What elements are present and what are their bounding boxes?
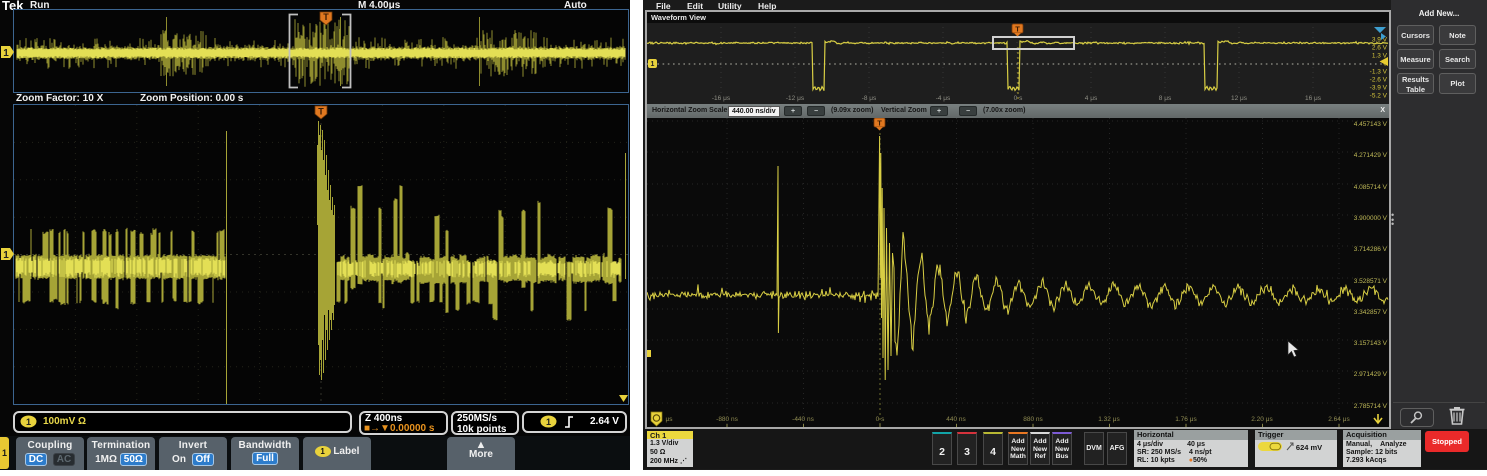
svg-text:3.9 V: 3.9 V (1372, 37, 1388, 44)
svg-text:4.271429 V: 4.271429 V (1354, 152, 1388, 159)
svg-text:0 s: 0 s (876, 416, 885, 423)
svg-text:3.157143 V: 3.157143 V (1354, 340, 1388, 347)
svg-text:T: T (323, 12, 329, 22)
svg-text:880 ns: 880 ns (1023, 416, 1043, 423)
svg-text:-8 μs: -8 μs (862, 95, 877, 102)
svg-text:-4 μs: -4 μs (936, 95, 951, 102)
svg-text:-3.9 V: -3.9 V (1370, 85, 1388, 92)
svg-text:1.32 μs: 1.32 μs (1098, 416, 1120, 423)
svg-text:0 s: 0 s (1014, 95, 1023, 102)
svg-text:16 μs: 16 μs (1305, 95, 1322, 102)
svg-text:-16 μs: -16 μs (712, 95, 731, 102)
svg-text:3.900000 V: 3.900000 V (1354, 215, 1388, 222)
svg-text:4.457143 V: 4.457143 V (1354, 121, 1388, 128)
svg-text:1: 1 (3, 250, 9, 261)
svg-text:3.528571 V: 3.528571 V (1354, 278, 1388, 285)
svg-text:1: 1 (3, 48, 9, 59)
svg-text:T: T (318, 107, 324, 117)
svg-text:1: 1 (651, 61, 655, 68)
svg-text:-5.2 V: -5.2 V (1370, 93, 1388, 100)
svg-text:8 μs: 8 μs (1159, 95, 1172, 102)
svg-text:3.714286 V: 3.714286 V (1354, 246, 1388, 253)
svg-text:T: T (877, 119, 882, 128)
svg-text:2.20 μs: 2.20 μs (1251, 416, 1273, 423)
svg-text:-440 ns: -440 ns (792, 416, 814, 423)
svg-text:4.085714 V: 4.085714 V (1354, 184, 1388, 191)
svg-text:2.971429 V: 2.971429 V (1354, 371, 1388, 378)
svg-text:2.6 V: 2.6 V (1372, 45, 1388, 52)
svg-text:μs: μs (666, 416, 674, 423)
svg-text:1: 1 (546, 417, 551, 427)
svg-text:3.342857 V: 3.342857 V (1354, 309, 1388, 316)
svg-text:1: 1 (26, 417, 31, 427)
svg-text:T: T (1015, 25, 1020, 34)
svg-text:-880 ns: -880 ns (716, 416, 738, 423)
svg-text:440 ns: 440 ns (946, 416, 966, 423)
svg-text:1.76 μs: 1.76 μs (1175, 416, 1197, 423)
svg-text:2.64 μs: 2.64 μs (1328, 416, 1350, 423)
svg-text:-2.6 V: -2.6 V (1370, 77, 1388, 84)
svg-text:-12 μs: -12 μs (786, 95, 805, 102)
svg-text:12 μs: 12 μs (1231, 95, 1248, 102)
svg-text:2.785714 V: 2.785714 V (1354, 403, 1388, 410)
svg-text:-1.3 V: -1.3 V (1370, 69, 1388, 76)
svg-text:4 μs: 4 μs (1085, 95, 1098, 102)
